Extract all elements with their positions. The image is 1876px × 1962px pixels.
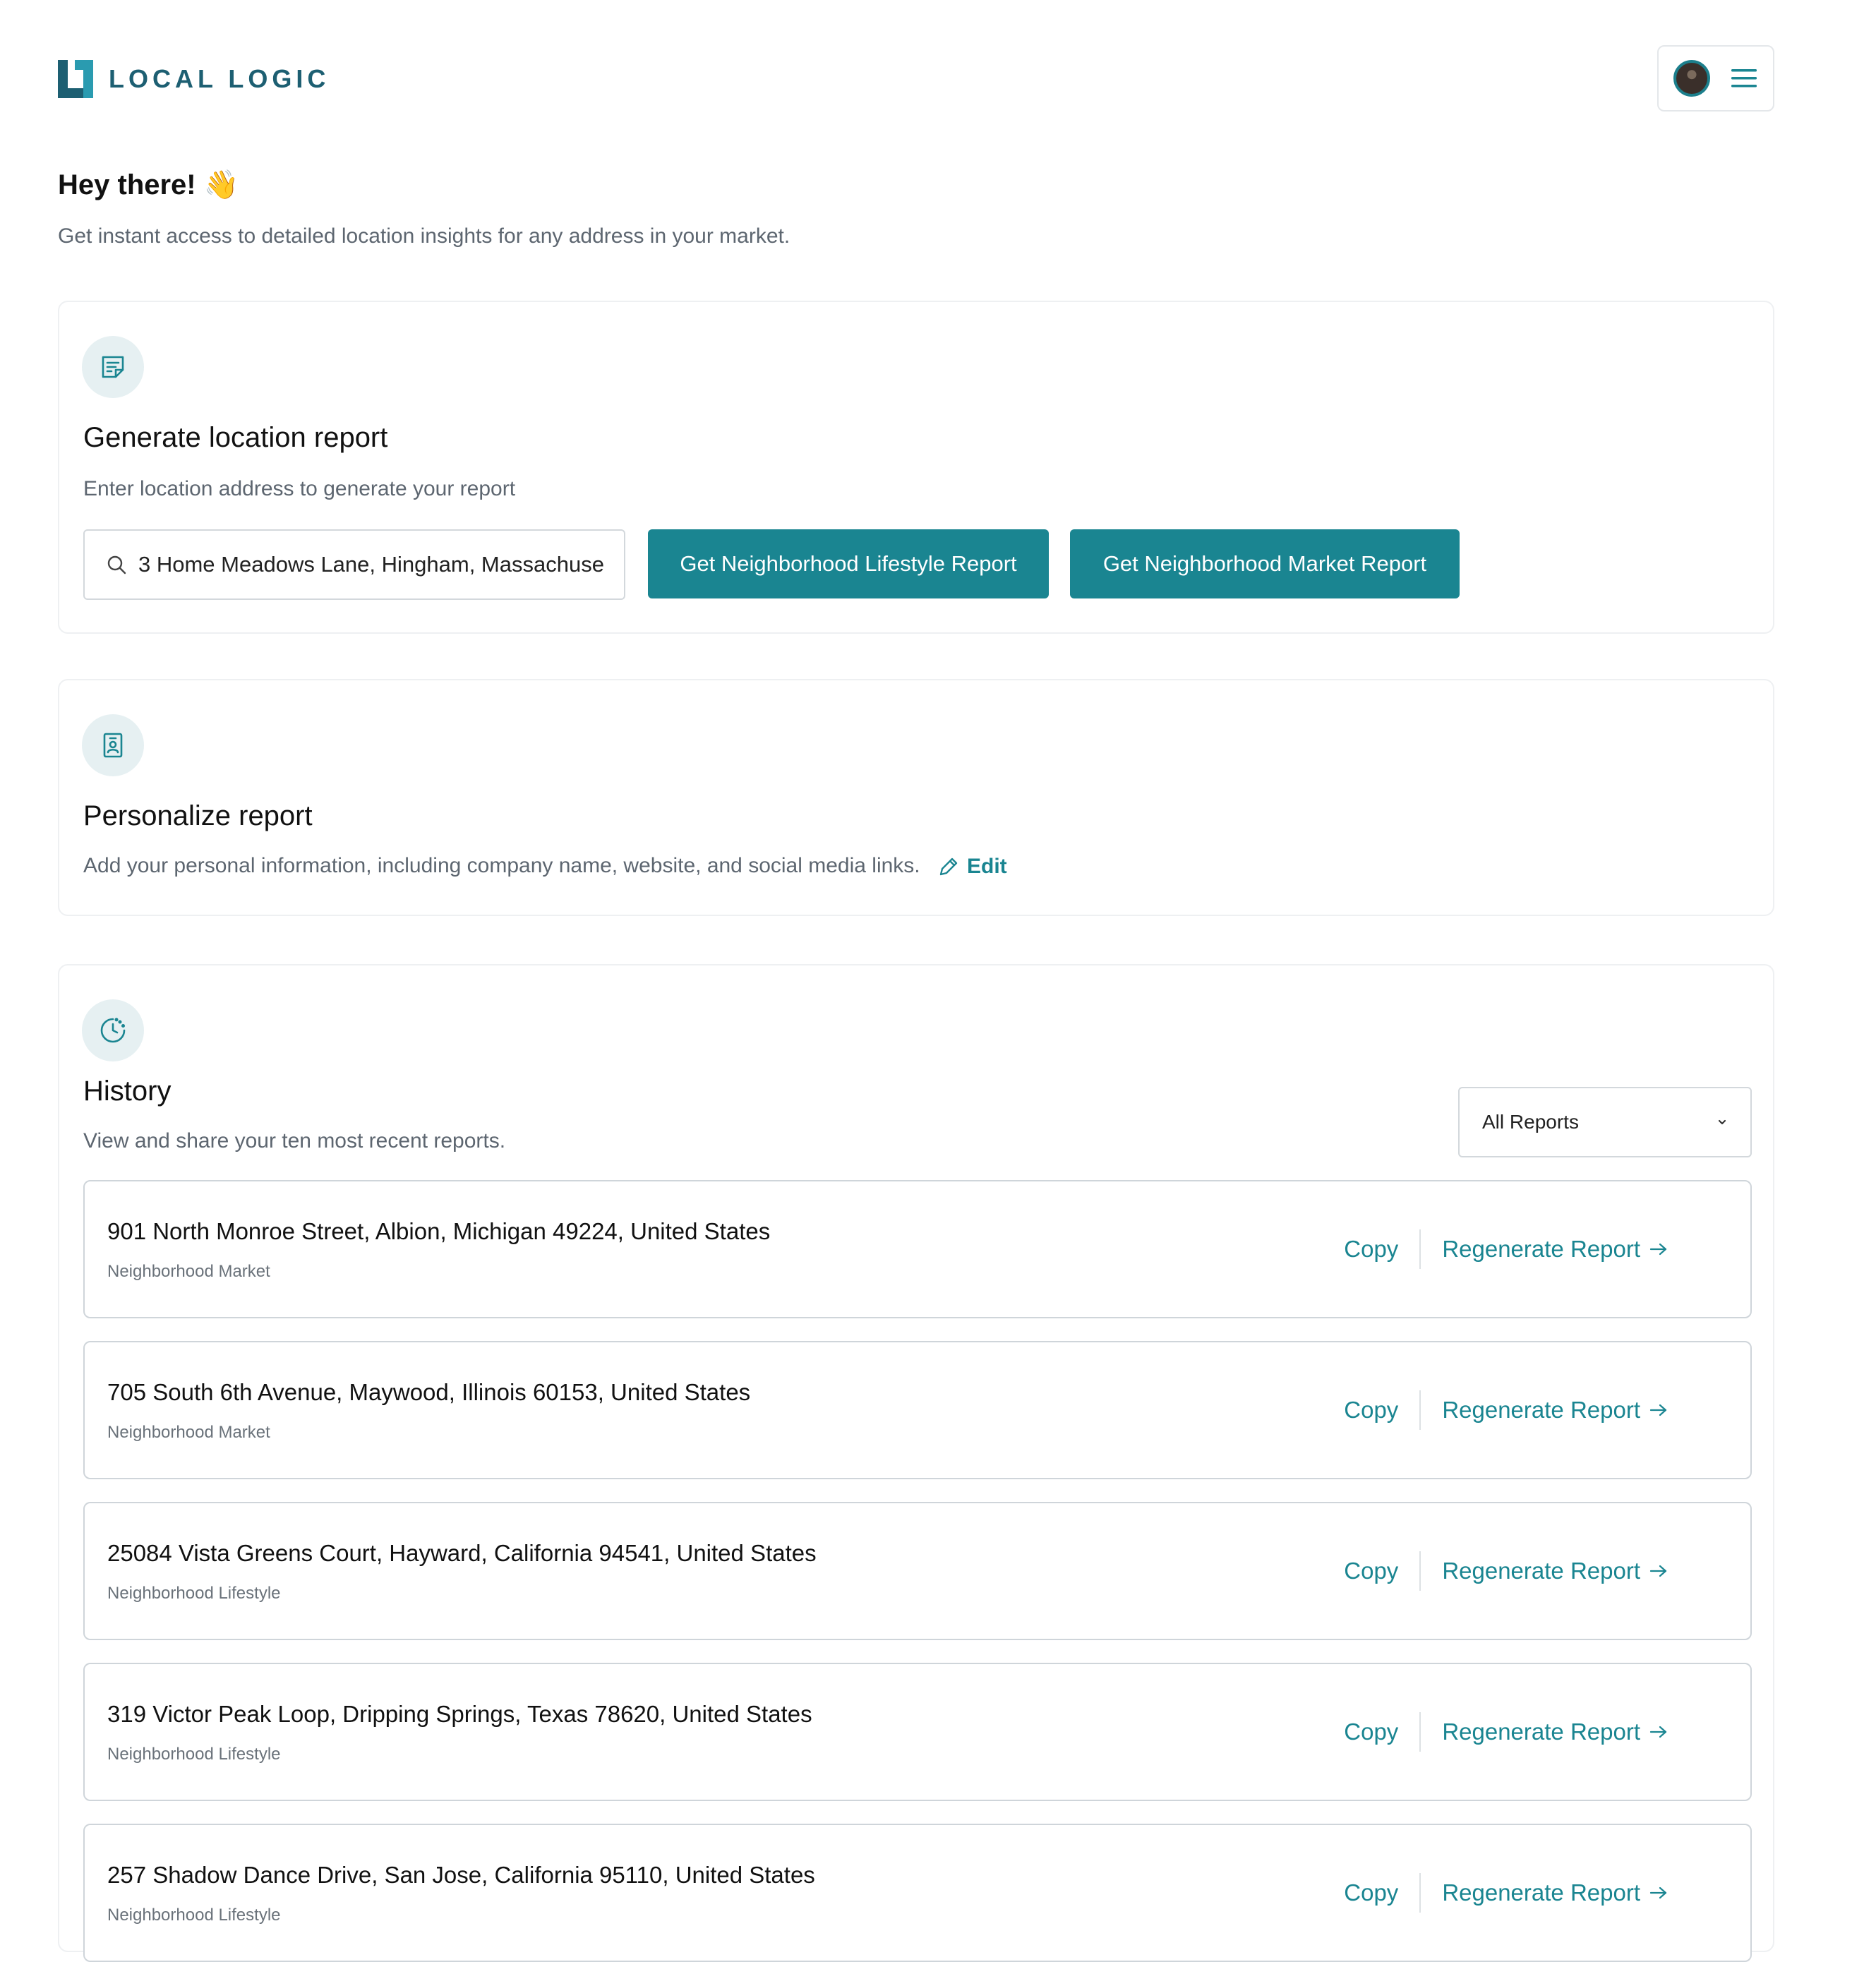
waving-hand-icon: 👋 — [203, 169, 239, 200]
address-search-box[interactable] — [83, 529, 625, 600]
greeting-subtitle: Get instant access to detailed location … — [58, 224, 790, 248]
row-report-type: Neighborhood Lifestyle — [107, 1906, 281, 1925]
row-address: 705 South 6th Avenue, Maywood, Illinois … — [107, 1379, 751, 1405]
user-menu-button[interactable] — [1657, 45, 1774, 112]
row-address: 901 North Monroe Street, Albion, Michiga… — [107, 1218, 771, 1244]
user-avatar — [1673, 60, 1710, 97]
history-card: History View and share your ten most rec… — [58, 964, 1774, 1962]
arrow-right-icon — [1649, 1404, 1667, 1416]
clock-history-icon — [82, 999, 144, 1061]
generate-report-card: Generate location report Enter location … — [58, 301, 1774, 634]
personalize-report-subtitle: Add your personal information, including… — [83, 854, 1007, 879]
copy-button[interactable]: Copy — [1344, 1236, 1419, 1263]
row-report-type: Neighborhood Market — [107, 1262, 270, 1281]
personalize-report-title: Personalize report — [83, 800, 313, 831]
report-note-icon — [82, 336, 144, 398]
market-report-button[interactable]: Get Neighborhood Market Report — [1070, 529, 1460, 598]
arrow-right-icon — [1649, 1886, 1667, 1899]
generate-report-subtitle: Enter location address to generate your … — [83, 477, 516, 500]
id-badge-icon — [82, 714, 144, 776]
arrow-right-icon — [1649, 1565, 1667, 1577]
arrow-right-icon — [1649, 1726, 1667, 1738]
row-address: 257 Shadow Dance Drive, San Jose, Califo… — [107, 1862, 815, 1888]
regenerate-report-button[interactable]: Regenerate Report — [1421, 1719, 1668, 1745]
chevron-down-icon — [1718, 1119, 1726, 1125]
history-row: 319 Victor Peak Loop, Dripping Springs, … — [83, 1663, 1752, 1801]
address-search-input[interactable] — [137, 551, 606, 578]
generate-report-title: Generate location report — [83, 422, 388, 453]
regenerate-report-button[interactable]: Regenerate Report — [1421, 1397, 1668, 1424]
copy-button[interactable]: Copy — [1344, 1558, 1419, 1584]
report-filter-dropdown[interactable]: All Reports — [1458, 1087, 1752, 1157]
copy-button[interactable]: Copy — [1344, 1719, 1419, 1745]
hamburger-menu-icon — [1731, 69, 1757, 88]
history-title: History — [83, 1076, 172, 1107]
arrow-right-icon — [1649, 1243, 1667, 1256]
brand-name: LOCAL LOGIC — [109, 64, 330, 93]
search-icon — [107, 555, 126, 574]
pencil-icon — [939, 857, 958, 876]
copy-button[interactable]: Copy — [1344, 1397, 1419, 1424]
greeting-title: Hey there! 👋 — [58, 169, 239, 200]
history-row: 901 North Monroe Street, Albion, Michiga… — [83, 1180, 1752, 1318]
row-address: 25084 Vista Greens Court, Hayward, Calif… — [107, 1540, 817, 1566]
row-report-type: Neighborhood Lifestyle — [107, 1584, 281, 1603]
regenerate-report-button[interactable]: Regenerate Report — [1421, 1879, 1668, 1906]
history-row: 705 South 6th Avenue, Maywood, Illinois … — [83, 1341, 1752, 1479]
regenerate-report-button[interactable]: Regenerate Report — [1421, 1236, 1668, 1263]
history-subtitle: View and share your ten most recent repo… — [83, 1129, 506, 1152]
lifestyle-report-button[interactable]: Get Neighborhood Lifestyle Report — [648, 529, 1049, 598]
row-address: 319 Victor Peak Loop, Dripping Springs, … — [107, 1701, 812, 1727]
personalize-report-card: Personalize report Add your personal inf… — [58, 679, 1774, 916]
row-report-type: Neighborhood Lifestyle — [107, 1745, 281, 1764]
history-row: 257 Shadow Dance Drive, San Jose, Califo… — [83, 1824, 1752, 1962]
logo-mark-icon — [58, 60, 93, 98]
copy-button[interactable]: Copy — [1344, 1879, 1419, 1906]
row-report-type: Neighborhood Market — [107, 1423, 270, 1442]
report-filter-value: All Reports — [1482, 1111, 1579, 1133]
local-logic-logo[interactable]: LOCAL LOGIC — [58, 59, 330, 99]
regenerate-report-button[interactable]: Regenerate Report — [1421, 1558, 1668, 1584]
history-row: 25084 Vista Greens Court, Hayward, Calif… — [83, 1502, 1752, 1640]
edit-personal-info-link[interactable]: Edit — [937, 855, 1007, 879]
edit-label: Edit — [966, 855, 1007, 879]
